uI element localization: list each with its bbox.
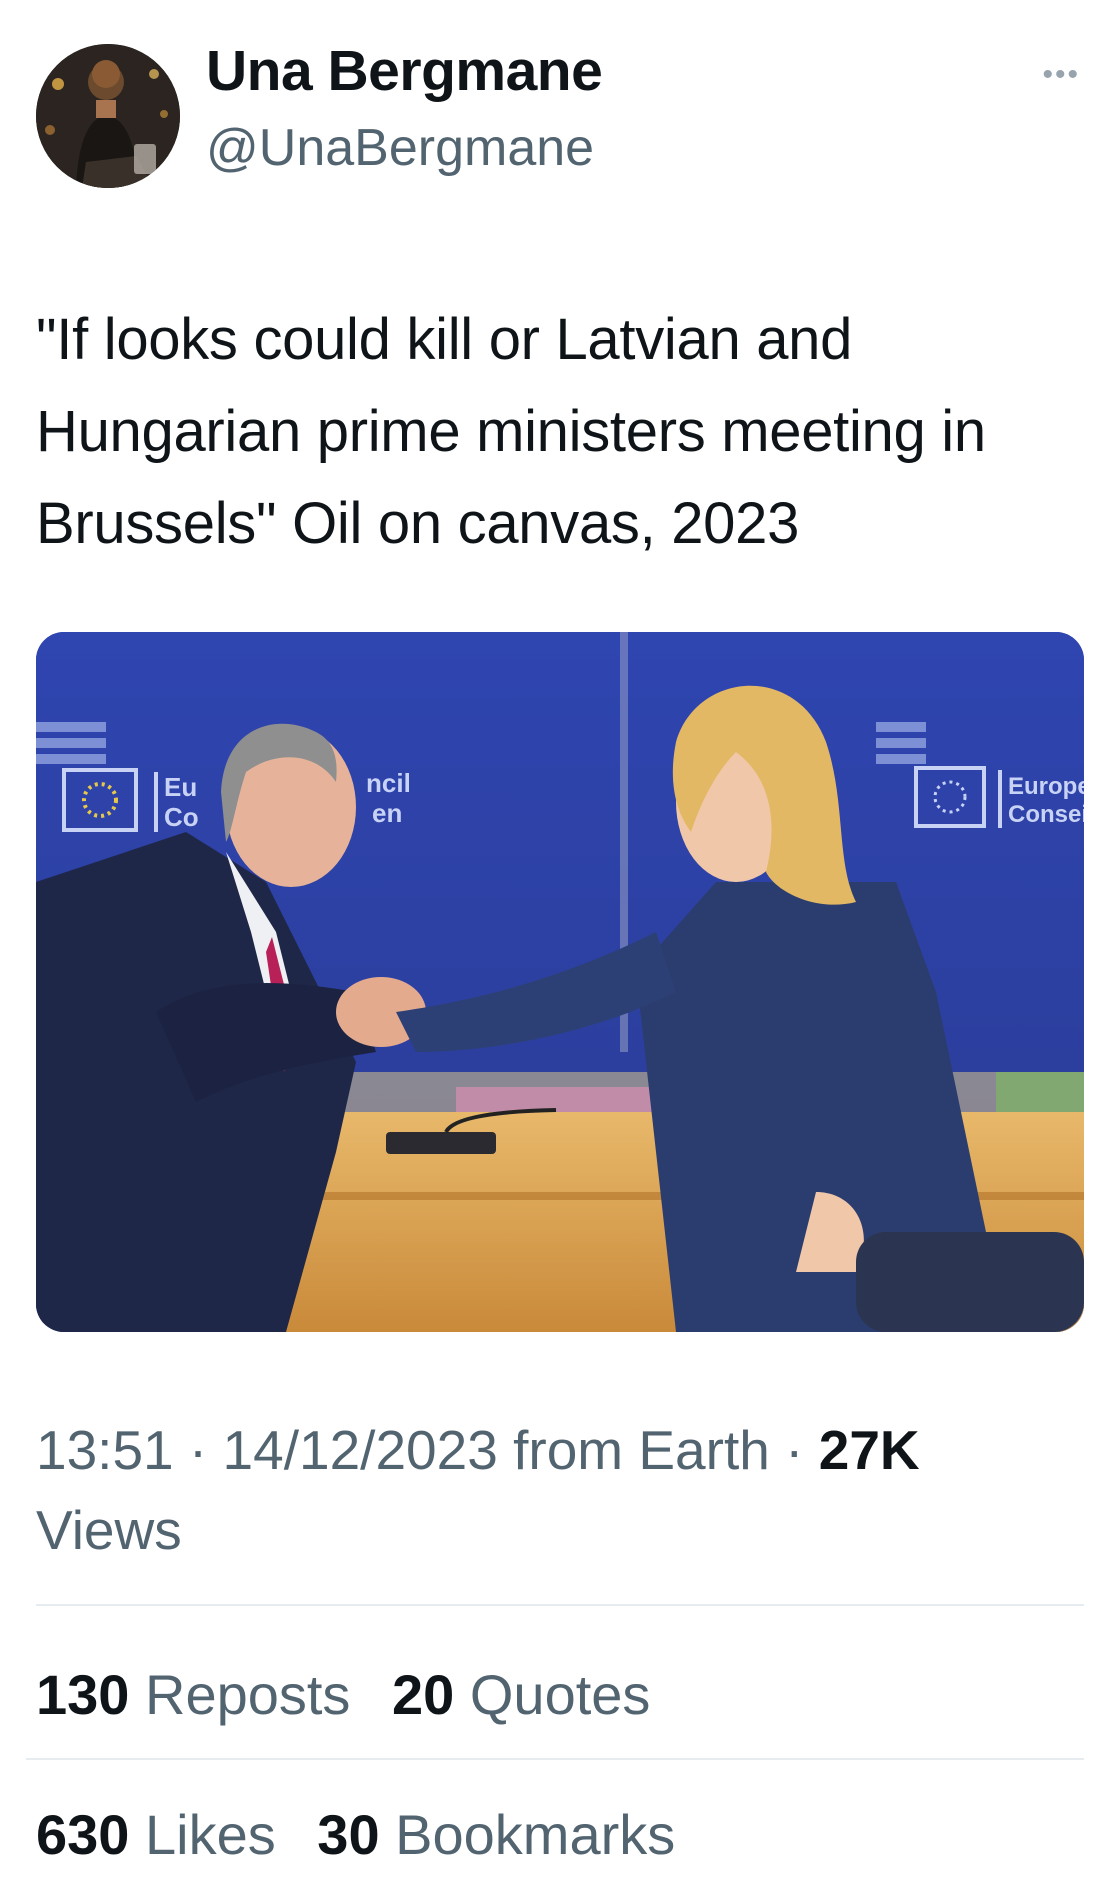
more-options-button[interactable]: ••• [1042, 58, 1080, 92]
quotes-label: Quotes [469, 1663, 651, 1726]
left-sign-text-2: Co [164, 802, 199, 832]
likes-label: Likes [145, 1803, 276, 1866]
likes-link[interactable]: 630 Likes [36, 1803, 276, 1866]
reposts-link[interactable]: 130 Reposts [36, 1663, 350, 1726]
stats-row-likes: 630 Likes 30 Bookmarks [36, 1802, 701, 1867]
meta-separator: · [188, 1419, 208, 1481]
quotes-link[interactable]: 20 Quotes [392, 1663, 650, 1726]
divider [36, 1604, 1084, 1606]
left-sign-text-3: ncil [366, 768, 411, 798]
right-sign-text-2: Conseil [1008, 801, 1084, 828]
meta-separator: · [785, 1419, 804, 1481]
tweet-text: "If looks could kill or Latvian and Hung… [36, 307, 986, 556]
tweet-date[interactable]: 14/12/2023 [223, 1419, 498, 1481]
more-horizontal-icon: ••• [1042, 58, 1080, 91]
author-display-name[interactable]: Una Bergmane [206, 38, 603, 104]
reposts-count: 130 [36, 1663, 130, 1726]
likes-count: 630 [36, 1803, 130, 1866]
author-handle[interactable]: @UnaBergmane [206, 118, 594, 178]
avatar[interactable] [36, 44, 180, 188]
views-count: 27K [818, 1419, 920, 1481]
views-label: Views [36, 1499, 182, 1561]
bookmarks-count: 30 [317, 1803, 380, 1866]
tweet-photo[interactable]: Eu Co ncil en Europea Conseil [36, 632, 1084, 1332]
tweet-meta: 13:51 · 14/12/2023 from Earth · 27K View… [36, 1410, 1076, 1570]
divider [26, 1758, 1084, 1760]
bookmarks-link[interactable]: 30 Bookmarks [317, 1803, 675, 1866]
right-sign-text-1: Europea [1008, 773, 1084, 800]
bookmarks-label: Bookmarks [395, 1803, 676, 1866]
stats-row-reposts: 130 Reposts 20 Quotes [36, 1662, 676, 1727]
tweet-source: from Earth [513, 1419, 770, 1481]
tweet-time[interactable]: 13:51 [36, 1419, 174, 1481]
reposts-label: Reposts [145, 1663, 351, 1726]
left-sign-text-4: en [372, 798, 402, 828]
left-sign-text-1: Eu [164, 772, 197, 802]
avatar-photo [36, 44, 180, 188]
photo-illustration: Eu Co ncil en Europea Conseil [36, 632, 1084, 1332]
quotes-count: 20 [392, 1663, 455, 1726]
